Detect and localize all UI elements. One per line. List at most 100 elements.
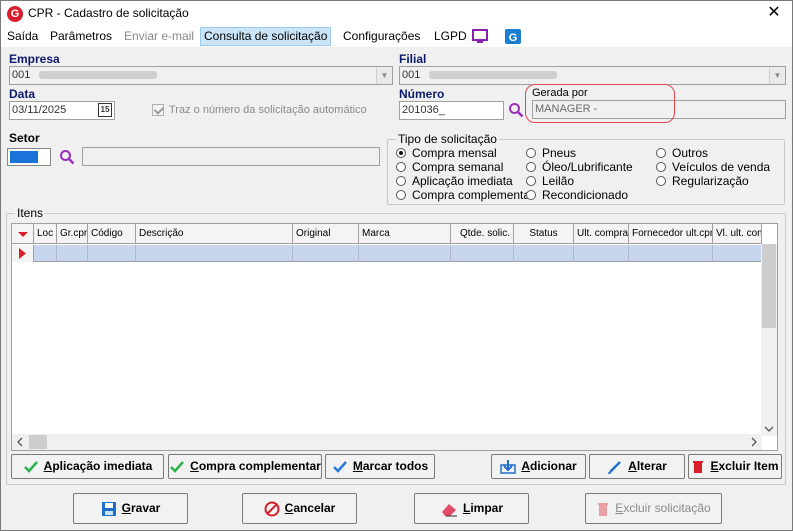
filial-label: Filial: [399, 52, 427, 66]
radio-icon[interactable]: [396, 162, 406, 172]
chevron-down-icon[interactable]: [764, 425, 774, 433]
radio-icon[interactable]: [656, 162, 666, 172]
excluir-item-button[interactable]: Excluir Item: [688, 454, 782, 479]
alterar-button[interactable]: Alterar: [589, 454, 685, 479]
col-original[interactable]: Original: [293, 224, 359, 244]
close-button[interactable]: ✕: [764, 3, 784, 23]
radio-icon[interactable]: [526, 148, 536, 158]
radio-label: Outros: [672, 146, 709, 160]
menu-saida[interactable]: Saída: [4, 27, 41, 46]
excluir-solicitacao-button[interactable]: Excluir solicitação: [585, 493, 722, 524]
radio-regularizacao[interactable]: Regularização: [656, 174, 749, 188]
numero-field[interactable]: 201036_: [399, 101, 504, 120]
radio-icon[interactable]: [656, 176, 666, 186]
data-value: 03/11/2025: [12, 104, 67, 116]
row-separator: [56, 245, 57, 262]
empresa-label: Empresa: [9, 52, 60, 66]
radio-recondicionado[interactable]: Recondicionado: [526, 188, 628, 202]
radio-pneus[interactable]: Pneus: [526, 146, 576, 160]
radio-compra-complementar[interactable]: Compra complementar: [396, 188, 534, 202]
col-descricao[interactable]: Descrição: [136, 224, 293, 244]
radio-icon[interactable]: [526, 190, 536, 200]
radio-icon[interactable]: [526, 176, 536, 186]
auto-number-label: Traz o número da solicitação automático: [169, 104, 367, 116]
vertical-scrollbar[interactable]: [761, 244, 777, 436]
col-marca[interactable]: Marca: [359, 224, 451, 244]
radio-icon[interactable]: [656, 148, 666, 158]
radio-veiculos-venda[interactable]: Veículos de venda: [656, 160, 770, 174]
aplicacao-imediata-button[interactable]: Aplicação imediata: [11, 454, 164, 479]
setor-code-field[interactable]: [7, 148, 51, 166]
empresa-select[interactable]: 001 ▼: [9, 66, 393, 85]
radio-aplicacao-imediata[interactable]: Aplicação imediata: [396, 174, 513, 188]
cancelar-button[interactable]: Cancelar: [242, 493, 357, 524]
setor-description-field: [82, 147, 380, 166]
pencil-icon: [608, 460, 622, 474]
search-icon[interactable]: [59, 149, 75, 165]
radio-icon[interactable]: [396, 176, 406, 186]
gravar-button[interactable]: Gravar: [73, 493, 188, 524]
compra-complementar-button[interactable]: Compra complementar: [168, 454, 322, 479]
radio-leilao[interactable]: Leilão: [526, 174, 574, 188]
radio-label: Veículos de venda: [672, 160, 771, 174]
app-logo-icon[interactable]: G: [505, 29, 521, 44]
col-vl-ult-com[interactable]: Vl. ult. com: [713, 224, 762, 244]
radio-icon[interactable]: [396, 148, 406, 158]
scrollbar-thumb[interactable]: [762, 244, 776, 328]
chevron-left-icon[interactable]: [16, 437, 24, 447]
col-grcpr[interactable]: Gr.cpr: [57, 224, 88, 244]
col-ult-compra[interactable]: Ult. compra: [574, 224, 629, 244]
check-icon: [23, 460, 38, 473]
radio-icon[interactable]: [526, 162, 536, 172]
col-status[interactable]: Status: [514, 224, 574, 244]
calendar-icon[interactable]: 15: [98, 103, 112, 117]
monitor-icon[interactable]: [472, 29, 488, 44]
menu-parametros[interactable]: Parâmetros: [47, 27, 115, 46]
grid-menu-icon[interactable]: [12, 224, 34, 244]
download-icon: [500, 459, 517, 474]
checkbox-icon[interactable]: [152, 104, 164, 117]
horizontal-scrollbar[interactable]: [12, 434, 762, 450]
menu-enviar-email[interactable]: Enviar e-mail: [121, 27, 197, 46]
radio-label: Regularização: [672, 174, 749, 188]
adicionar-button[interactable]: Adicionar: [491, 454, 586, 479]
itens-title: Itens: [15, 206, 46, 220]
limpar-button[interactable]: Limpar: [414, 493, 529, 524]
data-label: Data: [9, 87, 36, 101]
radio-outros[interactable]: Outros: [656, 146, 708, 160]
radio-label: Óleo/Lubrificante: [542, 160, 633, 174]
col-qtde-solic[interactable]: Qtde. solic.: [451, 224, 514, 244]
menu-consulta-solicitacao[interactable]: Consulta de solicitação: [200, 27, 332, 46]
chevron-right-icon[interactable]: [750, 437, 758, 447]
table-row[interactable]: [12, 245, 762, 262]
auto-number-checkbox[interactable]: Traz o número da solicitação automático: [152, 104, 367, 117]
filial-select[interactable]: 001 ▼: [399, 66, 786, 85]
scrollbar-thumb[interactable]: [29, 435, 47, 449]
radio-icon[interactable]: [396, 190, 406, 200]
col-fornecedor-ult-cpr[interactable]: Fornecedor ult.cpr: [629, 224, 713, 244]
chevron-down-icon[interactable]: ▼: [769, 67, 785, 84]
row-indicator: [12, 245, 34, 262]
current-row-arrow-icon: [19, 248, 26, 259]
menu-lgpd[interactable]: LGPD: [431, 27, 470, 46]
data-field[interactable]: 03/11/2025 15: [9, 101, 115, 120]
col-codigo[interactable]: Código: [88, 224, 136, 244]
cancel-icon: [264, 501, 280, 517]
row-separator: [135, 245, 136, 262]
col-loc[interactable]: Loc: [34, 224, 57, 244]
radio-label: Compra mensal: [412, 146, 497, 160]
grid-header: Loc Gr.cpr Código Descrição Original Mar…: [12, 224, 762, 244]
menu-configuracoes[interactable]: Configurações: [340, 27, 423, 46]
chevron-down-icon[interactable]: ▼: [376, 67, 392, 84]
main-window: G CPR - Cadastro de solicitação ✕ Saída …: [0, 0, 793, 531]
itens-grid[interactable]: Loc Gr.cpr Código Descrição Original Mar…: [11, 223, 778, 451]
row-separator: [573, 245, 574, 262]
radio-compra-mensal[interactable]: Compra mensal: [396, 146, 497, 160]
app-logo-icon: G: [7, 6, 23, 22]
trash-icon: [598, 502, 609, 516]
search-icon[interactable]: [508, 102, 524, 118]
marcar-todos-button[interactable]: Marcar todos: [325, 454, 435, 479]
radio-compra-semanal[interactable]: Compra semanal: [396, 160, 503, 174]
radio-oleo-lubrificante[interactable]: Óleo/Lubrificante: [526, 160, 633, 174]
svg-text:G: G: [509, 32, 518, 44]
